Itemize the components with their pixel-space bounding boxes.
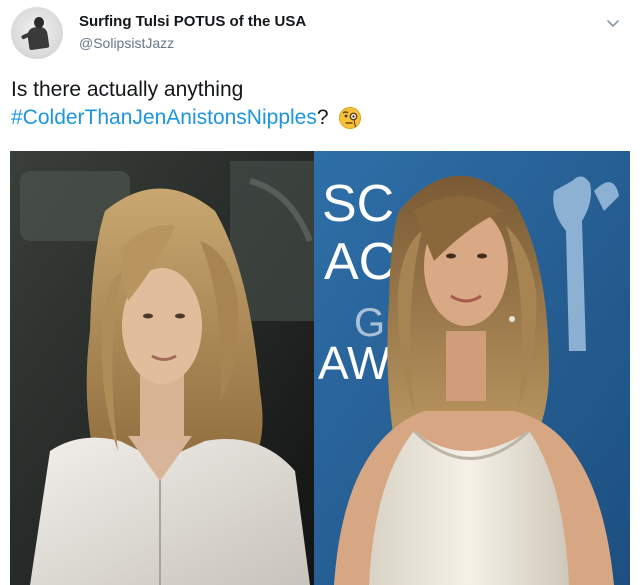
woman-white-dress-photo[interactable]: SC AC G AWA bbox=[314, 151, 630, 585]
tweet-text: Is there actually anything #ColderThanJe… bbox=[11, 76, 621, 132]
woman-white-shirt-photo[interactable] bbox=[10, 151, 314, 585]
chevron-down-icon[interactable] bbox=[604, 14, 622, 32]
display-name[interactable]: Surfing Tulsi POTUS of the USA bbox=[79, 13, 306, 30]
tweet-text-line: Is there actually anything bbox=[11, 78, 244, 101]
tweet-text-suffix: ? bbox=[316, 106, 329, 129]
face-with-monocle-icon bbox=[339, 107, 362, 130]
backdrop-letters-2: AC bbox=[324, 233, 396, 291]
user-handle[interactable]: @SolipsistJazz bbox=[79, 35, 174, 51]
tweet-media[interactable]: SC AC G AWA bbox=[10, 151, 630, 585]
avatar[interactable] bbox=[11, 7, 63, 59]
hashtag-link[interactable]: #ColderThanJenAnistonsNipples bbox=[11, 106, 317, 129]
backdrop-letters-1: SC bbox=[322, 175, 394, 233]
